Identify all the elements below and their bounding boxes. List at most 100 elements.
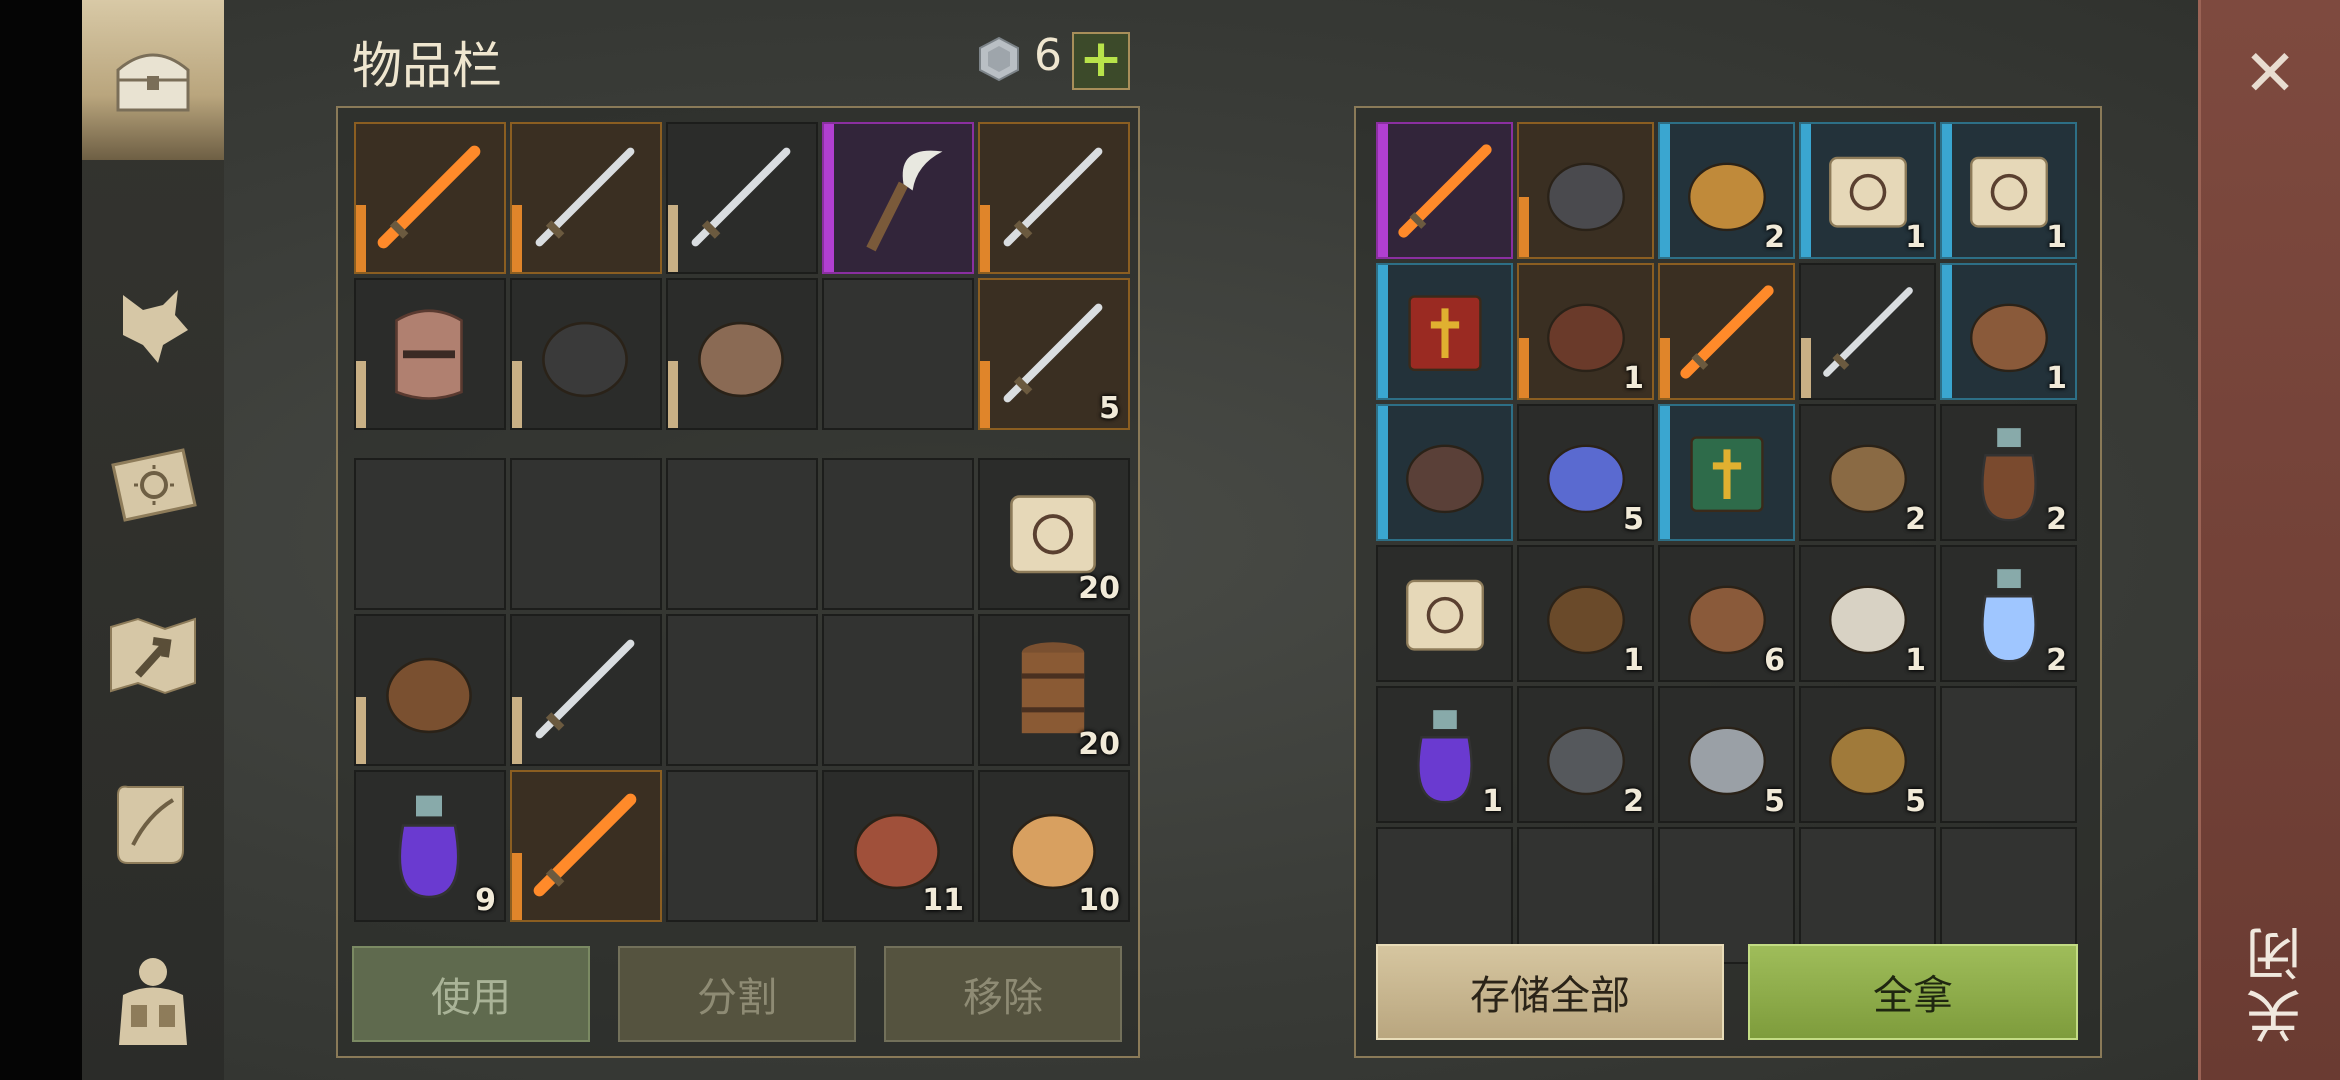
storage-slot[interactable]: 5 <box>1658 686 1795 823</box>
backpack-slot[interactable]: 20 <box>978 458 1130 610</box>
rarity-bar <box>1660 406 1670 539</box>
take-all-button[interactable]: 全拿 <box>1748 944 2078 1040</box>
sidebar-item-character[interactable] <box>82 920 224 1080</box>
backpack-slot[interactable] <box>510 458 662 610</box>
close-icon[interactable]: ✕ <box>2238 42 2302 106</box>
backpack-slot[interactable] <box>822 614 974 766</box>
storage-slot[interactable]: 2 <box>1940 404 2077 541</box>
item-count: 11 <box>922 883 964 918</box>
backpack-slot[interactable]: 9 <box>354 770 506 922</box>
screen-edge <box>0 0 82 1080</box>
storage-slot[interactable]: 5 <box>1799 686 1936 823</box>
storage-slot[interactable]: 2 <box>1799 404 1936 541</box>
item-count: 5 <box>1099 391 1120 426</box>
storage-slot[interactable] <box>1376 404 1513 541</box>
red-book-icon <box>1408 295 1482 371</box>
item-count: 2 <box>2046 643 2067 678</box>
storage-slot[interactable] <box>1658 263 1795 400</box>
add-coin-button[interactable]: + <box>1072 32 1130 90</box>
item-count: 5 <box>1905 784 1926 819</box>
item-count: 1 <box>1623 361 1644 396</box>
item-count: 5 <box>1764 784 1785 819</box>
item-count: 2 <box>1764 220 1785 255</box>
storage-slot[interactable] <box>1376 122 1513 259</box>
equipment-slot[interactable] <box>978 122 1130 274</box>
rarity-bar <box>1660 338 1670 398</box>
sidebar-item-skills[interactable] <box>82 410 224 560</box>
crossbow-icon <box>386 657 472 734</box>
item-count: 1 <box>1482 784 1503 819</box>
storage-slot[interactable]: 1 <box>1517 545 1654 682</box>
rarity-bar <box>668 361 678 428</box>
sidebar-item-inventory[interactable] <box>82 0 224 160</box>
equipment-slot[interactable] <box>510 278 662 430</box>
storage-slot[interactable]: 5 <box>1517 404 1654 541</box>
sidebar <box>82 0 224 1080</box>
item-count: 1 <box>1623 643 1644 678</box>
rarity-bar <box>1378 265 1388 398</box>
use-button[interactable]: 使用 <box>352 946 590 1042</box>
scythe-icon <box>866 150 943 252</box>
backpack-slot[interactable]: 10 <box>978 770 1130 922</box>
close-button-label[interactable]: 关闭 <box>2238 920 2311 1044</box>
storage-slot[interactable]: 6 <box>1658 545 1795 682</box>
remove-button[interactable]: 移除 <box>884 946 1122 1042</box>
close-panel[interactable] <box>2198 0 2340 1080</box>
backpack-slot[interactable]: 20 <box>978 614 1130 766</box>
rarity-bar <box>668 205 678 272</box>
backpack-slot[interactable] <box>354 458 506 610</box>
item-count: 2 <box>2046 502 2067 537</box>
equipment-slot[interactable] <box>354 122 506 274</box>
storage-slot[interactable]: 1 <box>1517 263 1654 400</box>
backpack-slot[interactable] <box>510 614 662 766</box>
storage-slot[interactable] <box>1940 686 2077 823</box>
storage-slot[interactable]: 1 <box>1376 686 1513 823</box>
storage-slot[interactable] <box>1799 263 1936 400</box>
backpack-slot[interactable] <box>666 770 818 922</box>
store-all-button[interactable]: 存储全部 <box>1376 944 1724 1040</box>
storage-slot[interactable] <box>1517 122 1654 259</box>
backpack-slot[interactable] <box>822 458 974 610</box>
item-count: 1 <box>1905 220 1926 255</box>
rarity-bar <box>1801 124 1811 257</box>
storage-slot[interactable]: 2 <box>1517 686 1654 823</box>
storage-slot[interactable]: 2 <box>1658 122 1795 259</box>
equipment-slot[interactable] <box>822 122 974 274</box>
storage-slot[interactable]: 1 <box>1940 122 2077 259</box>
storage-slot[interactable]: 1 <box>1799 122 1936 259</box>
storage-slot[interactable] <box>1376 263 1513 400</box>
flaming-sword-icon <box>533 793 637 897</box>
sidebar-item-map[interactable] <box>82 580 224 730</box>
storage-slot[interactable]: 1 <box>1799 545 1936 682</box>
item-count: 1 <box>1905 643 1926 678</box>
backpack-slot[interactable] <box>354 614 506 766</box>
equipment-slot[interactable] <box>510 122 662 274</box>
sidebar-item-journal[interactable] <box>82 750 224 900</box>
storage-slot[interactable] <box>1376 545 1513 682</box>
equipment-slot[interactable] <box>666 122 818 274</box>
sidebar-item-pet[interactable] <box>82 250 224 400</box>
storage-slot[interactable]: 1 <box>1940 263 2077 400</box>
backpack-slot[interactable]: 11 <box>822 770 974 922</box>
equipment-slot[interactable] <box>354 278 506 430</box>
split-button[interactable]: 分割 <box>618 946 856 1042</box>
item-count: 9 <box>475 883 496 918</box>
item-count: 6 <box>1764 643 1785 678</box>
equipment-slot[interactable]: 5 <box>978 278 1130 430</box>
backpack-slot[interactable] <box>510 770 662 922</box>
knight-helmet-icon <box>395 309 463 400</box>
item-count: 1 <box>2046 361 2067 396</box>
rarity-bar <box>512 697 522 764</box>
rarity-bar <box>980 205 990 272</box>
rarity-bar <box>980 361 990 428</box>
equipment-slot[interactable] <box>666 278 818 430</box>
backpack-slot[interactable] <box>666 614 818 766</box>
backpack-slot[interactable] <box>666 458 818 610</box>
rarity-bar <box>512 853 522 920</box>
sun-book-icon <box>111 448 197 522</box>
storage-slot[interactable] <box>1658 404 1795 541</box>
chainmail-icon <box>698 321 784 398</box>
flaming-sword-icon <box>377 145 481 249</box>
equipment-slot[interactable] <box>822 278 974 430</box>
storage-slot[interactable]: 2 <box>1940 545 2077 682</box>
